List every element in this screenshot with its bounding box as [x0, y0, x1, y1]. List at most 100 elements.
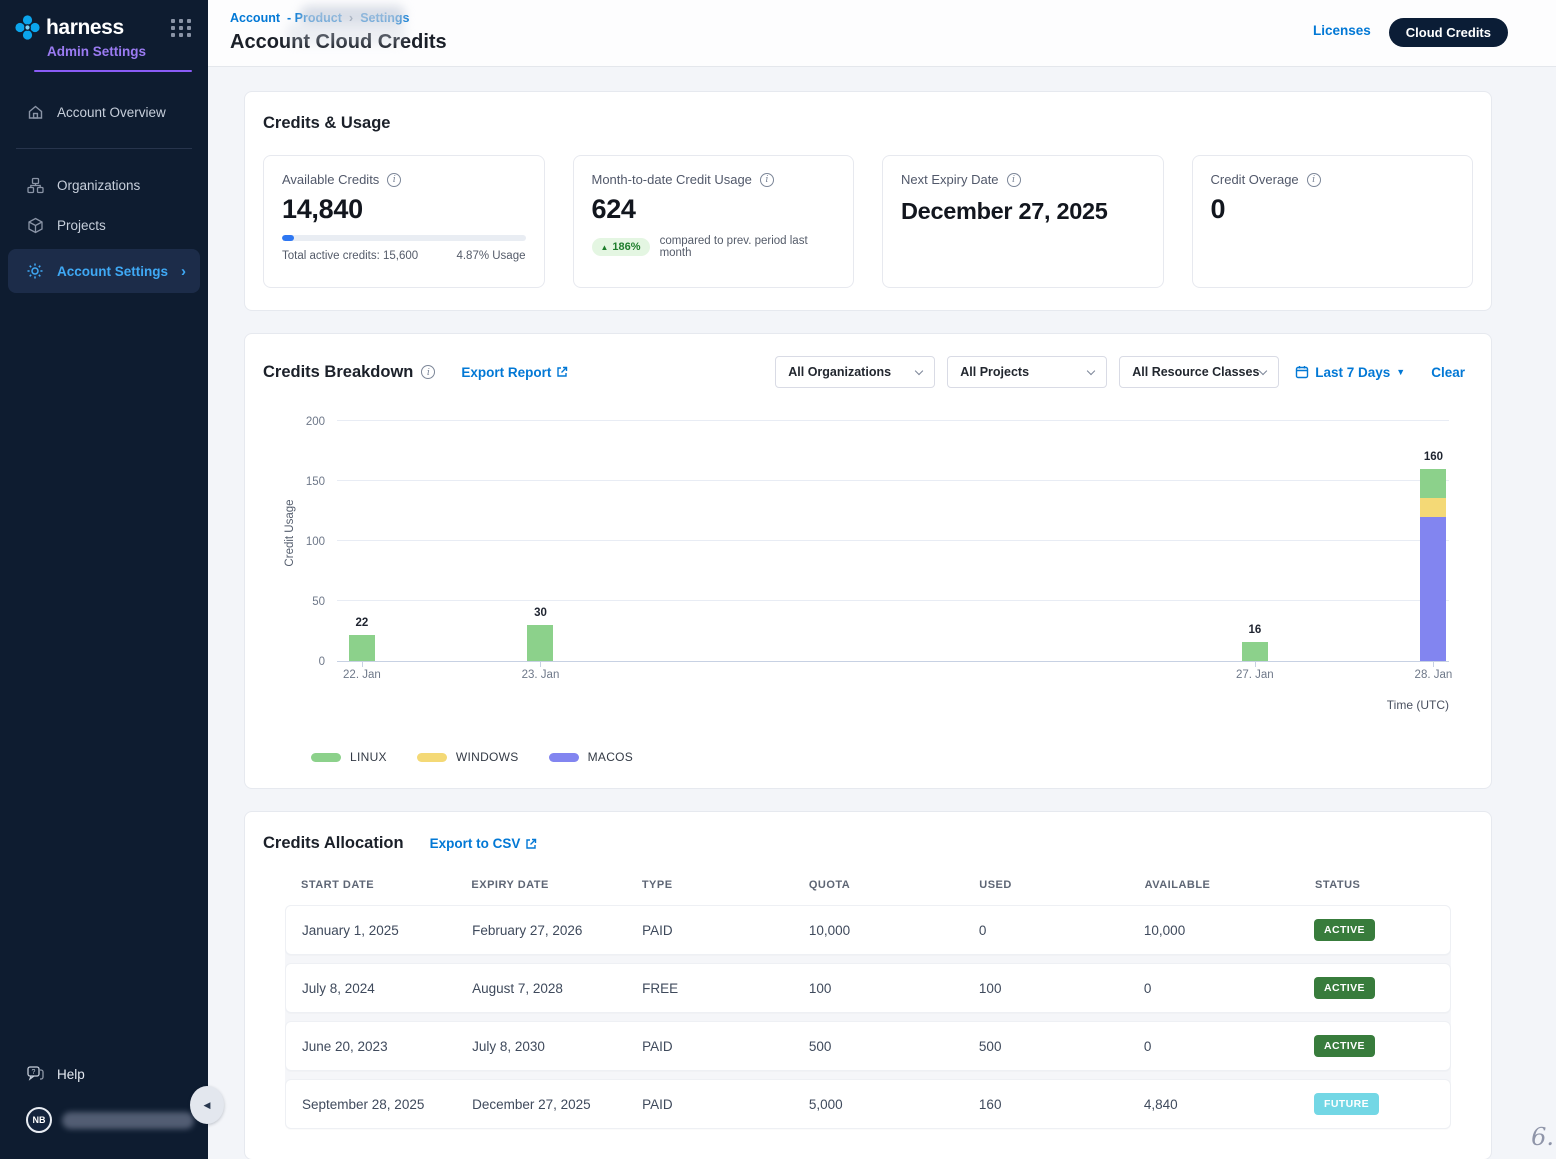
col-available: AVAILABLE	[1145, 879, 1315, 891]
table-row[interactable]: January 1, 2025 February 27, 2026 PAID 1…	[285, 905, 1451, 955]
chevron-right-icon: ›	[181, 263, 186, 280]
harness-logo-icon	[14, 14, 41, 41]
legend-item-macos[interactable]: MACOS	[549, 750, 634, 764]
breadcrumb-settings-link[interactable]: Settings	[360, 11, 409, 25]
organizations-select[interactable]: All Organizations	[775, 356, 935, 388]
chart-y-tick: 100	[283, 536, 325, 548]
credits-usage-title: Credits & Usage	[263, 114, 1473, 133]
chart-bar-28-jan[interactable]	[1420, 469, 1446, 661]
legend-label: LINUX	[350, 750, 387, 764]
col-start-date: START DATE	[301, 879, 471, 891]
breadcrumb-product-link[interactable]: - Product	[287, 11, 342, 25]
chart-bar-22-jan[interactable]	[349, 635, 375, 661]
user-row[interactable]: NB	[26, 1107, 208, 1133]
chart-bar-23-jan[interactable]	[527, 625, 553, 661]
info-icon[interactable]: i	[1007, 173, 1021, 187]
brand-wordmark: harness	[46, 16, 124, 40]
sidebar-item-label: Organizations	[57, 178, 140, 193]
stat-card-available-credits: Available Credits i 14,840 Total active …	[263, 155, 545, 288]
organizations-icon	[26, 176, 44, 194]
stat-label: Next Expiry Date	[901, 172, 999, 187]
projects-cube-icon	[26, 216, 44, 234]
help-button[interactable]: ? Help	[26, 1065, 208, 1083]
handwritten-annotation: 6.	[1531, 1123, 1554, 1151]
chart-segment-linux	[1242, 642, 1268, 661]
stat-label: Available Credits	[282, 172, 379, 187]
table-row[interactable]: July 8, 2024 August 7, 2028 FREE 100 100…	[285, 963, 1451, 1013]
chevron-down-icon	[915, 367, 923, 375]
sidebar-item-account-overview[interactable]: Account Overview	[0, 92, 208, 132]
projects-select[interactable]: All Projects	[947, 356, 1107, 388]
credits-breakdown-card: Credits Breakdown i Export Report All Or…	[244, 333, 1492, 789]
chart-y-tick: 150	[283, 476, 325, 488]
stat-label: Credit Overage	[1211, 172, 1299, 187]
sidebar-item-account-settings[interactable]: Account Settings ›	[8, 249, 200, 293]
svg-text:?: ?	[32, 1069, 36, 1076]
sidebar-footer: ? Help NB	[0, 1065, 208, 1159]
status-badge: FUTURE	[1314, 1093, 1379, 1115]
date-range-picker[interactable]: Last 7 Days ▼	[1295, 365, 1405, 380]
breadcrumb-account-link[interactable]: Account	[230, 11, 280, 25]
stat-card-mtd-usage: Month-to-date Credit Usage i 624 ▲186% c…	[573, 155, 855, 288]
page-header: Account - Product › Settings Account Clo…	[208, 0, 1556, 67]
sidebar-collapse-handle[interactable]: ◀	[190, 1086, 224, 1124]
export-report-link[interactable]: Export Report	[461, 365, 568, 380]
chart-y-axis-label: Credit Usage	[284, 488, 296, 578]
chart-segment-linux	[349, 635, 375, 661]
breakdown-filters: All Organizations All Projects All Resou…	[775, 356, 1473, 388]
stat-label: Month-to-date Credit Usage	[592, 172, 752, 187]
chart-bar-27-jan[interactable]	[1242, 642, 1268, 661]
stat-card-credit-overage: Credit Overage i 0	[1192, 155, 1474, 288]
col-expiry-date: EXPIRY DATE	[471, 879, 641, 891]
chart-y-tick: 200	[283, 416, 325, 428]
info-icon[interactable]: i	[1307, 173, 1321, 187]
sidebar-item-label: Account Overview	[57, 105, 166, 120]
sidebar-item-organizations[interactable]: Organizations	[0, 165, 208, 205]
allocation-title: Credits Allocation	[263, 834, 404, 853]
legend-label: WINDOWS	[456, 750, 519, 764]
status-badge: ACTIVE	[1314, 977, 1375, 999]
table-row[interactable]: September 28, 2025 December 27, 2025 PAI…	[285, 1079, 1451, 1129]
sidebar-item-projects[interactable]: Projects	[0, 205, 208, 245]
chart-x-tick	[362, 661, 363, 667]
legend-item-linux[interactable]: LINUX	[311, 750, 387, 764]
status-badge: ACTIVE	[1314, 919, 1375, 941]
col-status: STATUS	[1315, 879, 1435, 891]
chart-segment-windows	[1420, 498, 1446, 517]
caret-down-icon: ▼	[1396, 367, 1405, 377]
credits-usage-card: Credits & Usage Available Credits i 14,8…	[244, 91, 1492, 311]
licenses-link[interactable]: Licenses	[1313, 18, 1371, 38]
chevron-down-icon	[1259, 367, 1267, 375]
resource-classes-select[interactable]: All Resource Classes	[1119, 356, 1279, 388]
chart-x-tick-label: 23. Jan	[522, 669, 560, 681]
chart-gridline	[337, 420, 1449, 421]
stat-card-row: Available Credits i 14,840 Total active …	[263, 155, 1473, 288]
legend-swatch	[311, 753, 341, 762]
stat-card-next-expiry: Next Expiry Date i December 27, 2025	[882, 155, 1164, 288]
sidebar: harness Admin Settings Account Overview …	[0, 0, 208, 1159]
info-icon[interactable]: i	[421, 365, 435, 379]
table-header-row: START DATE EXPIRY DATE TYPE QUOTA USED A…	[285, 879, 1451, 891]
credits-progress-bar	[282, 235, 526, 241]
col-type: TYPE	[642, 879, 809, 891]
stat-value: 624	[592, 194, 836, 225]
chart-x-tick	[1255, 661, 1256, 667]
module-grid-icon[interactable]	[171, 19, 192, 37]
export-csv-link[interactable]: Export to CSV	[430, 836, 538, 851]
chevron-down-icon	[1087, 367, 1095, 375]
legend-item-windows[interactable]: WINDOWS	[417, 750, 519, 764]
sidebar-item-label: Projects	[57, 218, 106, 233]
breakdown-header: Credits Breakdown i Export Report All Or…	[263, 356, 1473, 388]
chart-gridline	[337, 540, 1449, 541]
chart-bar-value: 16	[1248, 624, 1261, 636]
chart-segment-linux	[1420, 469, 1446, 498]
stat-value: 0	[1211, 194, 1455, 225]
info-icon[interactable]: i	[387, 173, 401, 187]
table-row[interactable]: June 20, 2023 July 8, 2030 PAID 500 500 …	[285, 1021, 1451, 1071]
sidebar-accent-divider	[34, 70, 192, 72]
clear-filters-link[interactable]: Clear	[1431, 365, 1465, 380]
cloud-credits-button[interactable]: Cloud Credits	[1389, 18, 1508, 47]
sidebar-divider	[16, 148, 192, 149]
chart-gridline	[337, 480, 1449, 481]
info-icon[interactable]: i	[760, 173, 774, 187]
